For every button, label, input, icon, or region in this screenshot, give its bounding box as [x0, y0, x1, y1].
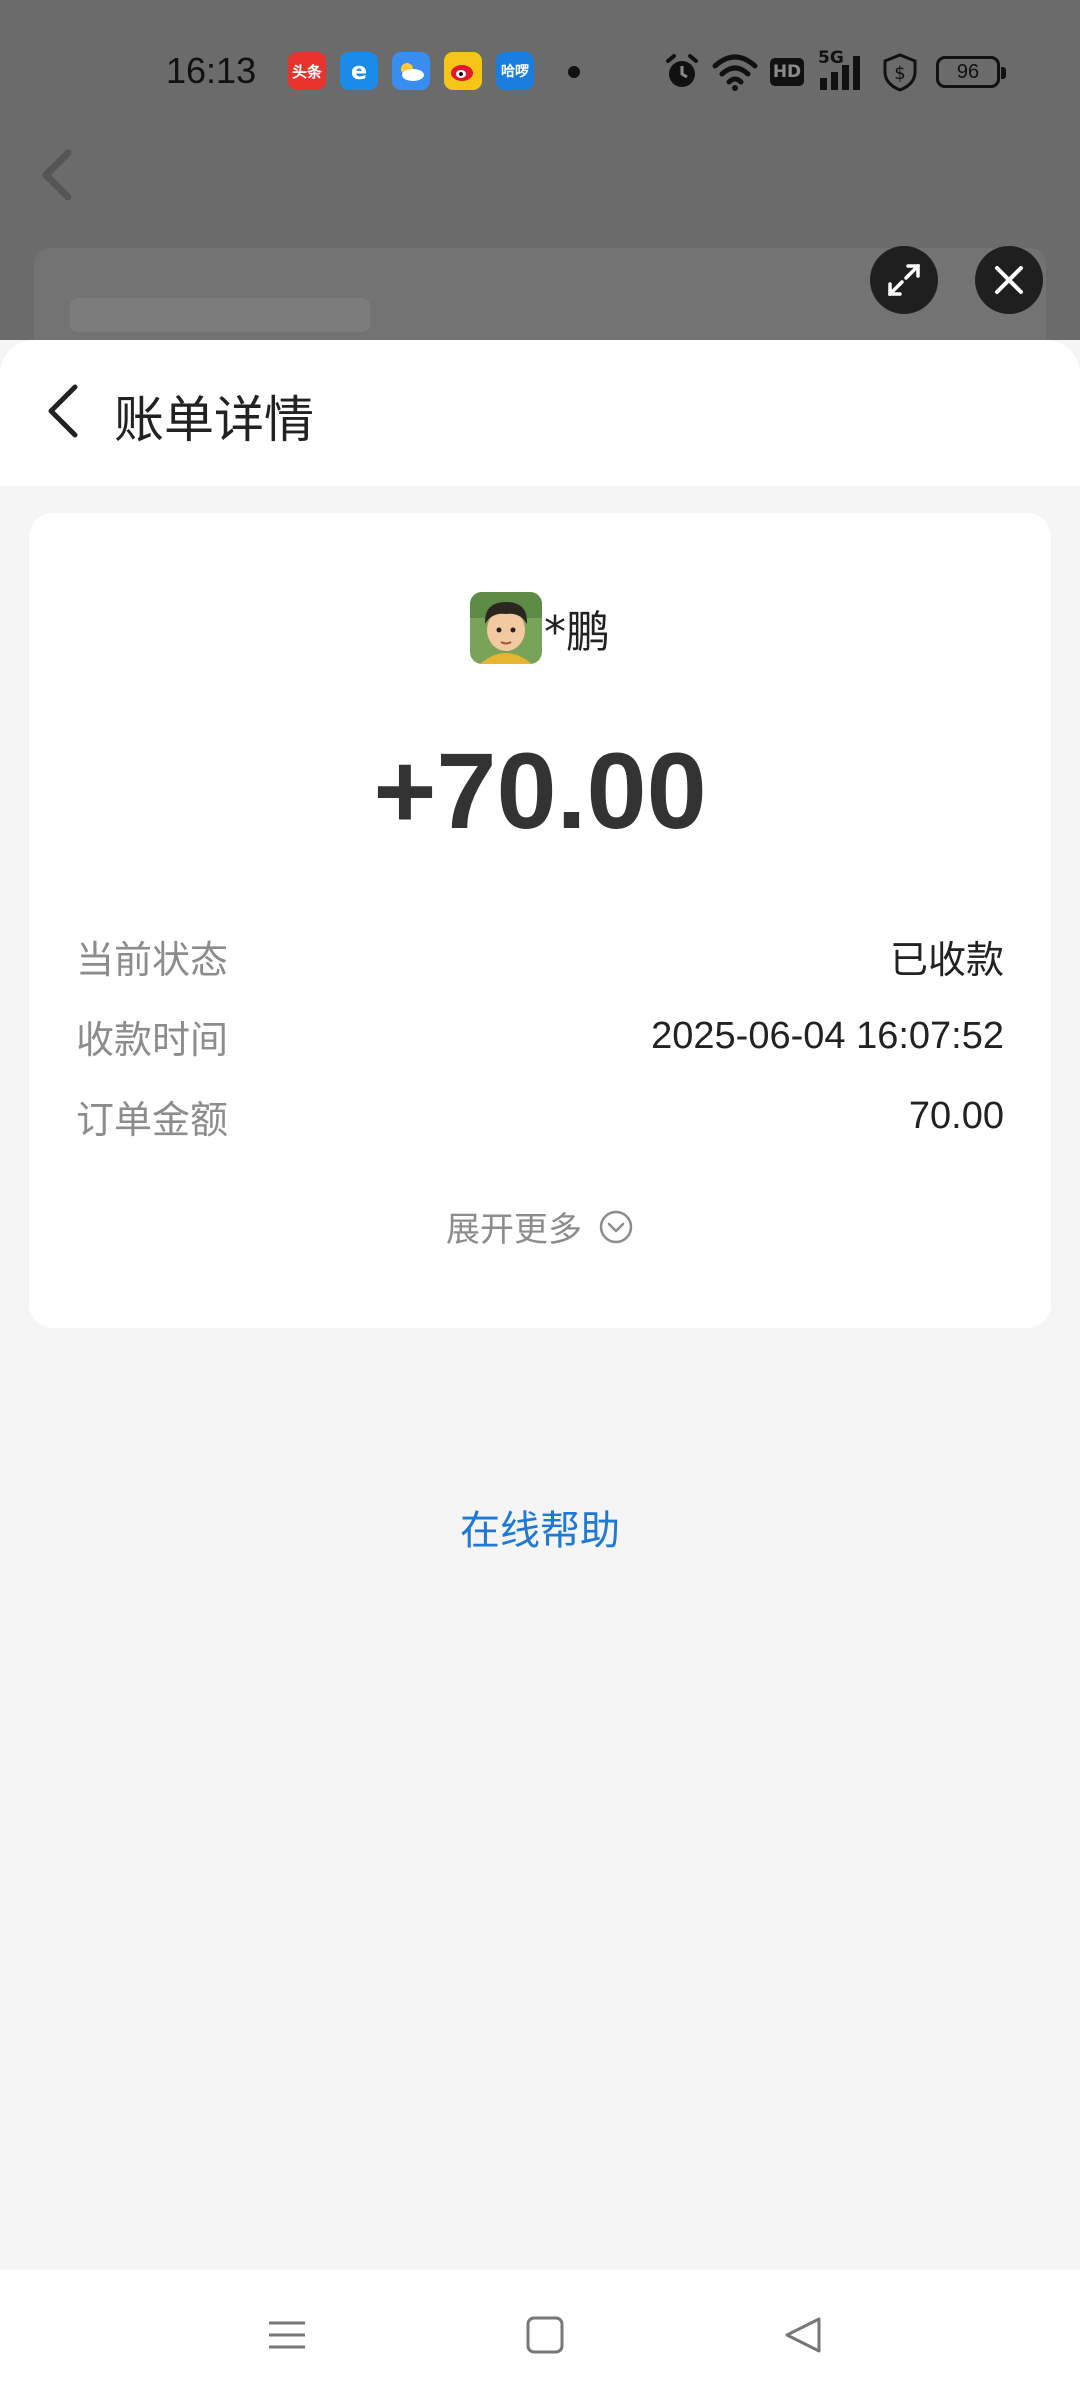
security-shield-icon: $: [883, 53, 917, 92]
more-notifications-dot: [568, 66, 580, 78]
recent-apps-button[interactable]: [252, 2300, 322, 2370]
background-placeholder: [70, 298, 370, 332]
payer-name: *鹏: [544, 607, 610, 658]
hellobike-app-label: 哈啰: [501, 64, 529, 80]
toutiao-app-icon: 头条: [288, 52, 326, 90]
battery-indicator: 96: [936, 56, 1006, 88]
receive-time-label: 收款时间: [76, 1017, 229, 1062]
background-back-icon: [42, 149, 72, 201]
weibo-app-icon: [444, 52, 482, 90]
status-value: 已收款: [889, 939, 1004, 982]
sheet-header: 账单详情: [0, 340, 1080, 486]
hd-voice-icon: HD: [770, 58, 804, 86]
menu-icon: [269, 2321, 305, 2349]
bill-amount: +70.00: [373, 730, 707, 851]
system-navigation-bar: [0, 2270, 1080, 2400]
back-triangle-icon: [785, 2317, 821, 2353]
browser-app-icon: e: [340, 52, 378, 90]
battery-level: 96: [956, 60, 980, 83]
payer-avatar: [470, 592, 542, 664]
back-arrow-icon: [48, 384, 78, 438]
payer-info[interactable]: *鹏: [0, 588, 1080, 668]
back-button[interactable]: [30, 376, 100, 446]
chevron-down-icon: [599, 1210, 633, 1243]
detail-row-status: 当前状态 已收款: [76, 926, 1004, 986]
svg-text:$: $: [894, 63, 905, 84]
expand-more-label: 展开更多: [446, 1210, 582, 1250]
expand-icon: [888, 264, 920, 296]
close-icon: [995, 266, 1023, 294]
browser-app-label: e: [350, 57, 368, 85]
detail-row-receive-time: 收款时间 2025-06-04 16:07:52: [76, 1006, 1004, 1066]
status-bar: 16:13 头条 e 哈啰 HD 5G $ 96: [0, 0, 1080, 140]
online-help-link[interactable]: 在线帮助: [0, 1498, 1080, 1556]
expand-more-button[interactable]: 展开更多: [0, 1202, 1080, 1251]
home-button[interactable]: [510, 2300, 580, 2370]
cellular-signal-icon: 5G: [818, 48, 868, 92]
alarm-icon: [666, 54, 698, 87]
status-label: 当前状态: [76, 937, 229, 982]
status-time: 16:13: [166, 50, 257, 91]
receive-time-value: 2025-06-04 16:07:52: [651, 1014, 1004, 1057]
back-nav-button[interactable]: [768, 2300, 838, 2370]
wifi-icon: [712, 54, 758, 91]
toutiao-app-label: 头条: [291, 62, 322, 81]
home-square-icon: [526, 2316, 564, 2354]
weather-app-icon: [392, 52, 430, 90]
close-sheet-button[interactable]: [975, 246, 1043, 314]
order-amount-label: 订单金额: [76, 1097, 229, 1142]
bill-detail-sheet: 账单详情 *鹏 +70.00 当前状态 已收款 收款时间 2025-06-04 …: [0, 340, 1080, 2270]
detail-row-order-amount: 订单金额 70.00: [76, 1086, 1004, 1146]
order-amount-value: 70.00: [908, 1094, 1004, 1137]
hellobike-app-icon: 哈啰: [496, 52, 534, 90]
page-title: 账单详情: [114, 391, 314, 449]
expand-sheet-button[interactable]: [870, 246, 938, 314]
